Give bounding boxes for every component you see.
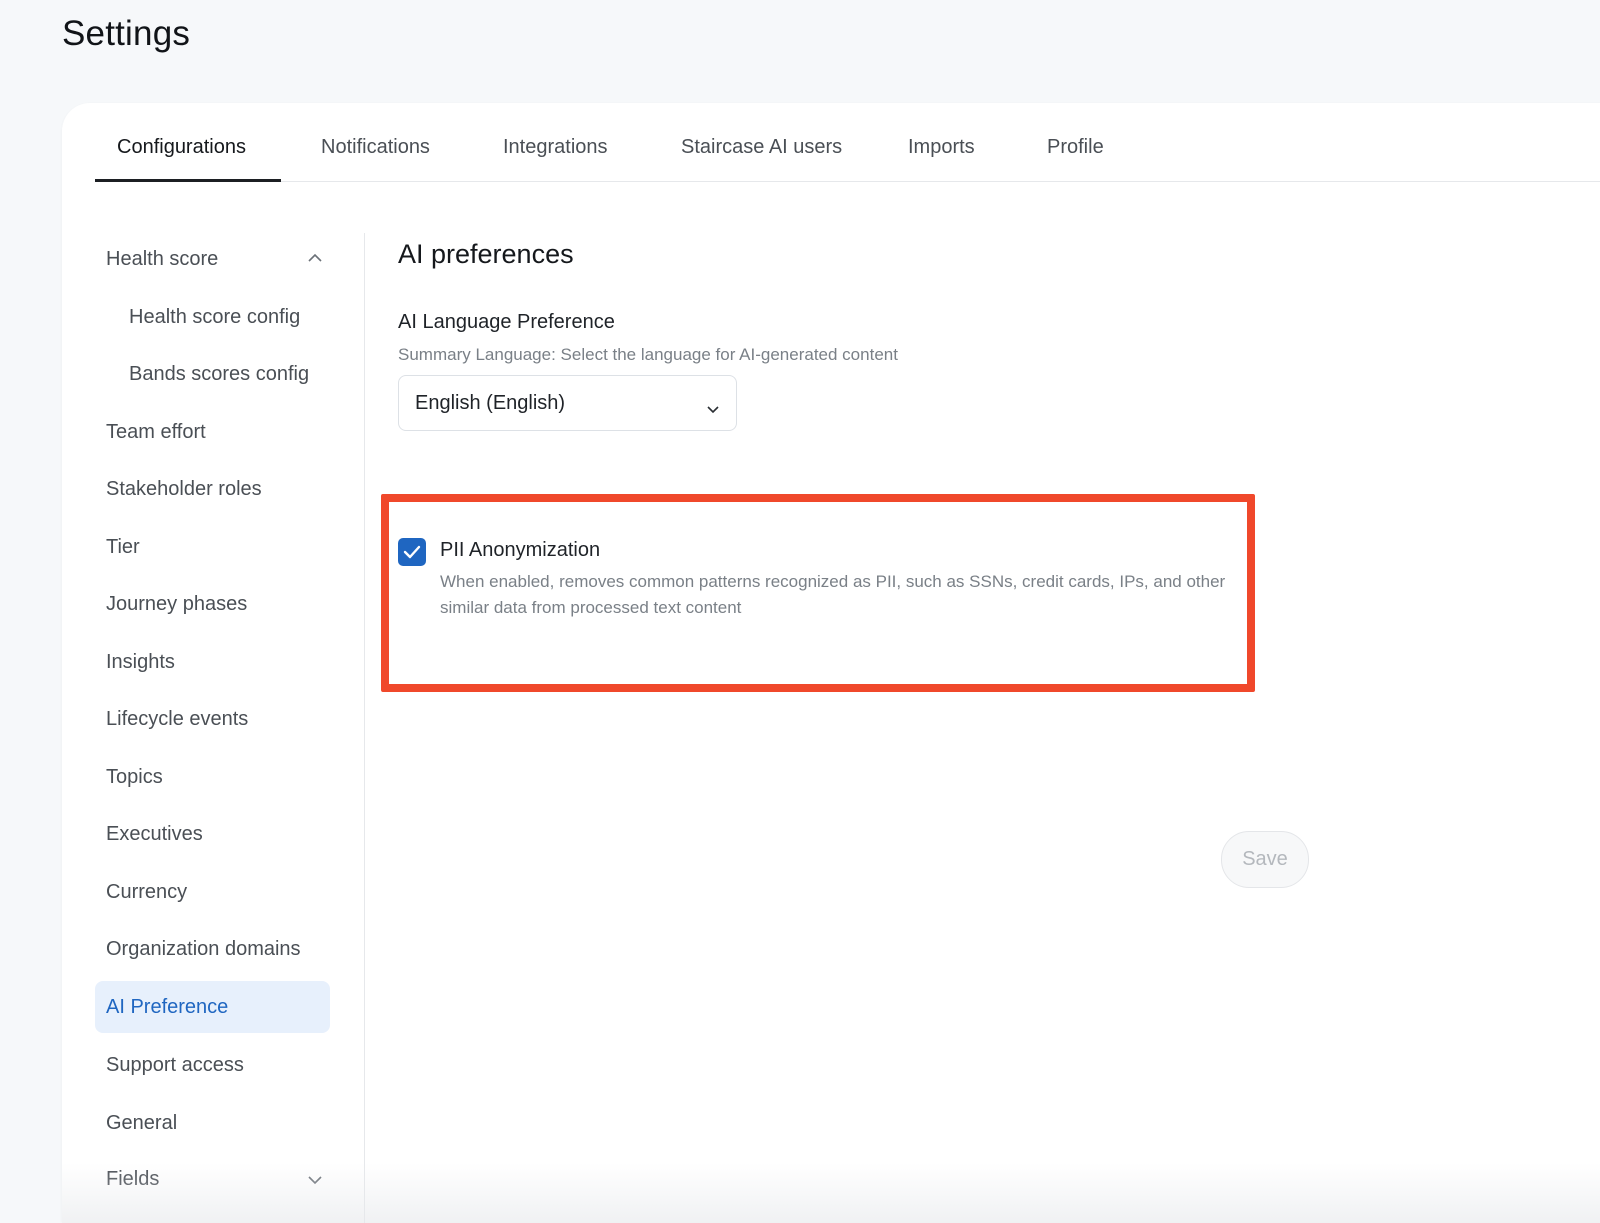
ai-preferences-panel: AI preferences AI Language Preference Su… — [381, 233, 1600, 1223]
sidebar-item-insights[interactable]: Insights — [95, 636, 330, 688]
sidebar-item-team-effort[interactable]: Team effort — [95, 406, 330, 458]
tab-integrations[interactable]: Integrations — [503, 136, 608, 159]
sidebar-item-bands-scores-config[interactable]: Bands scores config — [95, 348, 330, 400]
pii-anonymization-checkbox[interactable] — [398, 538, 426, 566]
page-title: Settings — [62, 14, 191, 53]
pii-anonymization-description: When enabled, removes common patterns re… — [440, 572, 1226, 617]
sidebar-item-health-score-config[interactable]: Health score config — [95, 291, 330, 343]
pii-anonymization-label[interactable]: PII Anonymization — [440, 539, 600, 562]
tab-configurations[interactable]: Configurations — [117, 136, 246, 159]
save-button[interactable]: Save — [1221, 831, 1309, 888]
sidebar-item-support-access[interactable]: Support access — [95, 1039, 330, 1091]
sidebar-item-lifecycle-events[interactable]: Lifecycle events — [95, 693, 330, 745]
sidebar-item-label: Fields — [106, 1167, 160, 1190]
language-preference-label: AI Language Preference — [398, 311, 615, 333]
tab-staircase-ai-users[interactable]: Staircase AI users — [681, 136, 842, 159]
sidebar-item-label: Team effort — [106, 420, 206, 443]
chevron-up-icon — [308, 253, 322, 265]
sidebar-item-tier[interactable]: Tier — [95, 521, 330, 573]
config-sidebar: Health score Health score config Bands s… — [62, 233, 365, 1223]
settings-card: Configurations Notifications Integration… — [62, 103, 1600, 1223]
section-title: AI preferences — [398, 239, 574, 269]
sidebar-item-organization-domains[interactable]: Organization domains — [95, 923, 330, 975]
sidebar-item-label: Tier — [106, 535, 140, 558]
sidebar-item-label: Health score — [106, 247, 219, 270]
sidebar-item-label: Organization domains — [106, 937, 301, 960]
tab-profile[interactable]: Profile — [1047, 136, 1104, 159]
sidebar-item-label: AI Preference — [106, 995, 229, 1018]
sidebar-item-fields[interactable]: Fields — [95, 1153, 330, 1205]
sidebar-item-general[interactable]: General — [95, 1097, 330, 1149]
sidebar-item-health-score[interactable]: Health score — [95, 233, 330, 285]
sidebar-item-label: Insights — [106, 650, 175, 673]
tab-imports[interactable]: Imports — [908, 136, 975, 159]
chevron-down-icon — [308, 1175, 322, 1187]
sidebar-item-label: Lifecycle events — [106, 707, 249, 730]
tab-bar: Configurations Notifications Integration… — [95, 103, 1600, 182]
language-select[interactable]: English (English) — [398, 375, 737, 431]
sidebar-item-journey-phases[interactable]: Journey phases — [95, 578, 330, 630]
chevron-down-icon — [706, 398, 720, 421]
sidebar-item-executives[interactable]: Executives — [95, 808, 330, 860]
sidebar-item-label: Topics — [106, 765, 163, 788]
sidebar-item-label: Currency — [106, 880, 188, 903]
sidebar-item-currency[interactable]: Currency — [95, 866, 330, 918]
language-select-value: English (English) — [415, 391, 566, 414]
sidebar-item-ai-preference[interactable]: AI Preference — [95, 981, 330, 1033]
sidebar-item-topics[interactable]: Topics — [95, 751, 330, 803]
sidebar-item-label: Stakeholder roles — [106, 477, 262, 500]
tab-notifications[interactable]: Notifications — [321, 136, 430, 159]
language-preference-help: Summary Language: Select the language fo… — [398, 345, 898, 364]
active-tab-indicator — [95, 179, 281, 182]
sidebar-item-label: Executives — [106, 822, 203, 845]
sidebar-item-label: Journey phases — [106, 592, 248, 615]
check-icon — [403, 545, 421, 559]
sidebar-item-label: Support access — [106, 1053, 244, 1076]
sidebar-item-label: Bands scores config — [129, 362, 310, 385]
sidebar-item-label: General — [106, 1111, 178, 1134]
sidebar-item-label: Health score config — [129, 305, 301, 328]
sidebar-item-stakeholder-roles[interactable]: Stakeholder roles — [95, 463, 330, 515]
